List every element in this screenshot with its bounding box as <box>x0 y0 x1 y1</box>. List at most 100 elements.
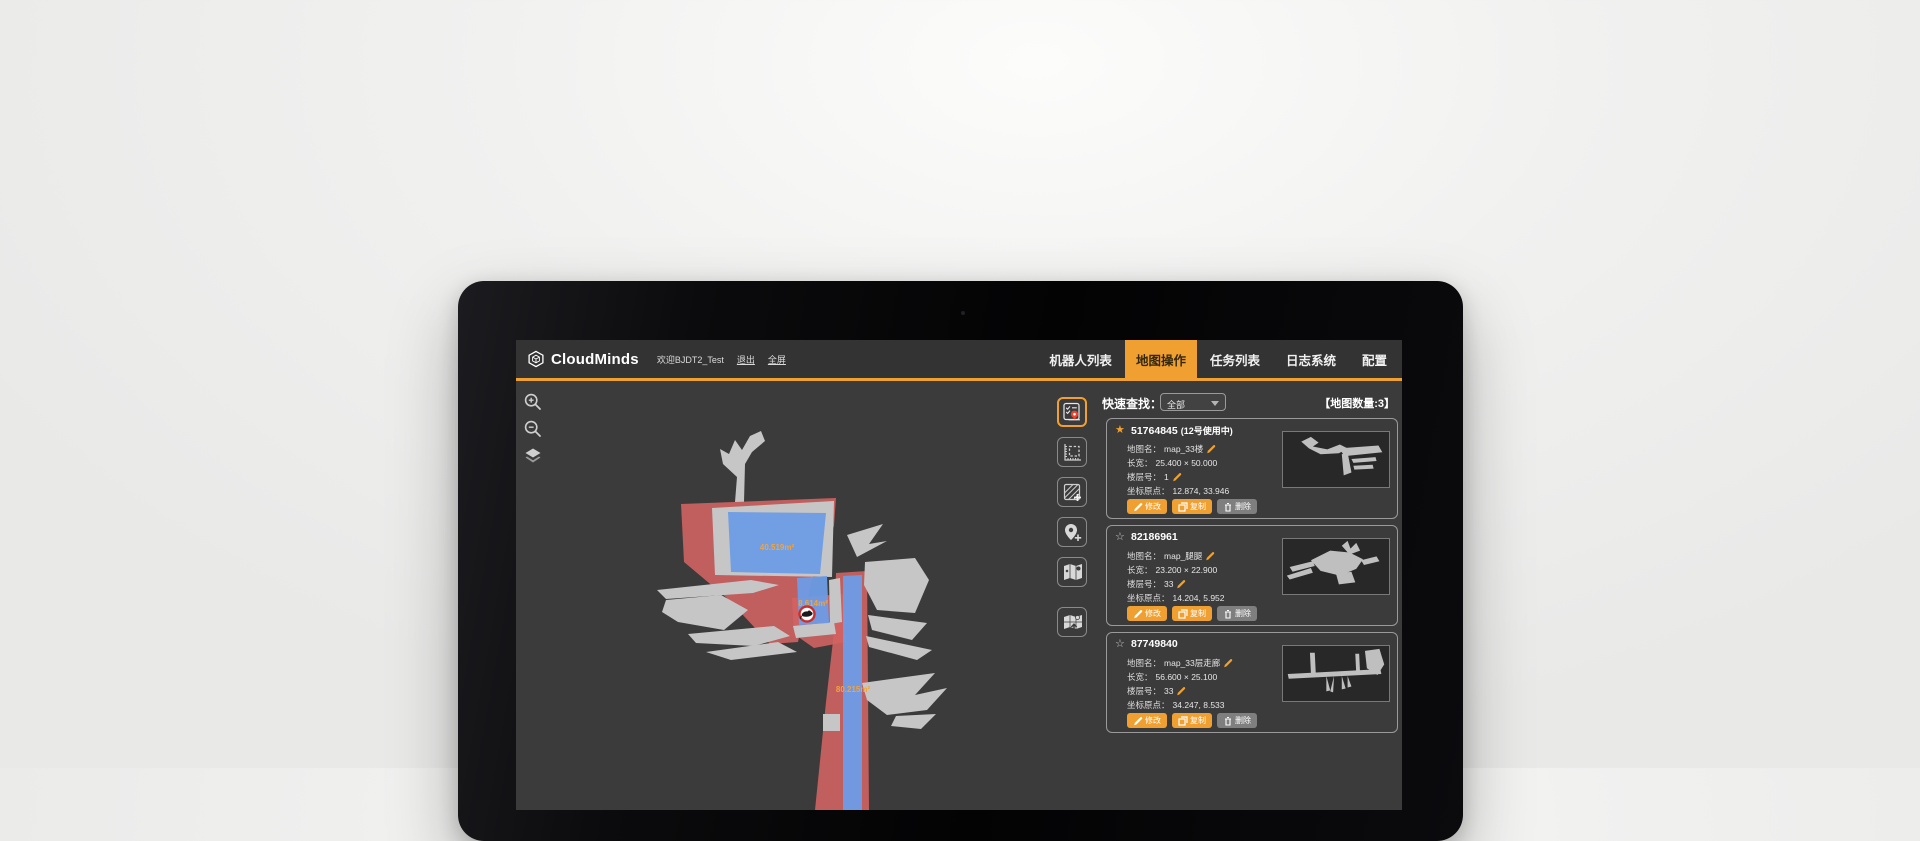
lidar-point-cloud <box>720 431 765 502</box>
brand-name: CloudMinds <box>551 351 639 368</box>
copy-icon <box>1178 502 1188 512</box>
field-origin: 坐标原点：12.874, 33.946 <box>1127 485 1229 497</box>
edit-pencil-icon[interactable] <box>1206 444 1216 454</box>
zoom-out-icon[interactable] <box>523 419 543 439</box>
copy-map-button[interactable]: 复制 <box>1172 499 1212 514</box>
favorite-star-icon[interactable]: ☆ <box>1115 530 1125 543</box>
map-count-badge: 【地图数量:3】 <box>1319 395 1395 411</box>
favorite-star-icon[interactable]: ★ <box>1115 423 1125 436</box>
quick-search-label: 快速查找： <box>1102 395 1162 412</box>
copy-icon <box>1178 609 1188 619</box>
zoom-in-icon[interactable] <box>523 392 543 412</box>
robot-marker-icon[interactable] <box>800 607 815 622</box>
edit-map-button[interactable]: 修改 <box>1127 606 1167 621</box>
laptop-frame: CloudMinds 欢迎BJDT2_Test 退出 全屏 机器人列表 地图操作… <box>458 281 1463 841</box>
card-buttons: 修改 复制 删除 <box>1127 606 1257 621</box>
tool-add-point[interactable] <box>1057 517 1087 547</box>
field-label: 地图名： <box>1127 657 1161 669</box>
field-label: 坐标原点： <box>1127 485 1170 497</box>
nav-log-system[interactable]: 日志系统 <box>1273 340 1349 381</box>
map-filter-value: 全部 <box>1167 398 1185 411</box>
field-label: 坐标原点： <box>1127 699 1170 711</box>
card-buttons: 修改 复制 删除 <box>1127 713 1257 728</box>
field-label: 楼层号： <box>1127 578 1161 590</box>
field-size: 长宽：56.600 × 25.100 <box>1127 671 1217 683</box>
copy-map-button[interactable]: 复制 <box>1172 713 1212 728</box>
nav-map-operations[interactable]: 地图操作 <box>1125 340 1197 381</box>
delete-map-button[interactable]: 删除 <box>1217 499 1257 514</box>
quick-search-row: 快速查找： 全部 【地图数量:3】 <box>1102 393 1400 413</box>
field-value: 33 <box>1164 579 1173 589</box>
field-floor: 楼层号：33 <box>1127 578 1186 590</box>
delete-label: 删除 <box>1235 608 1251 619</box>
field-origin: 坐标原点：14.204, 5.952 <box>1127 592 1225 604</box>
map-thumbnail <box>1282 431 1390 488</box>
edit-pencil-icon[interactable] <box>1176 686 1186 696</box>
chevron-down-icon <box>1211 401 1219 406</box>
field-value: map_33楼 <box>1164 443 1203 455</box>
fullscreen-link[interactable]: 全屏 <box>768 353 786 366</box>
delete-map-button[interactable]: 删除 <box>1217 606 1257 621</box>
field-value: 34.247, 8.533 <box>1173 700 1225 710</box>
logout-link[interactable]: 退出 <box>737 353 755 366</box>
copy-label: 复制 <box>1190 501 1206 512</box>
map-id: 87749840 <box>1131 638 1178 650</box>
field-map-name: 地图名：map_33层走廊 <box>1127 657 1233 669</box>
nav-robot-list[interactable]: 机器人列表 <box>1036 340 1125 381</box>
field-value: 56.600 × 25.100 <box>1156 672 1218 682</box>
edit-map-button[interactable]: 修改 <box>1127 499 1167 514</box>
tool-map-marker[interactable] <box>1057 557 1087 587</box>
trash-icon <box>1223 609 1233 619</box>
tool-add-forbidden-zone[interactable] <box>1057 477 1087 507</box>
map-list-panel: 快速查找： 全部 【地图数量:3】 ★ 51764845(12号使用中) 地图名… <box>1102 384 1400 810</box>
field-label: 地图名： <box>1127 443 1161 455</box>
field-value: 14.204, 5.952 <box>1173 593 1225 603</box>
map-card[interactable]: ☆ 82186961 地图名：map_腿腿 长宽：23.200 × 22.900… <box>1106 525 1398 626</box>
field-floor: 楼层号：33 <box>1127 685 1186 697</box>
tool-measure-area[interactable] <box>1057 437 1087 467</box>
field-value: map_33层走廊 <box>1164 657 1220 669</box>
field-size: 长宽：23.200 × 22.900 <box>1127 564 1217 576</box>
tool-task-point-checklist[interactable] <box>1057 397 1087 427</box>
edit-map-button[interactable]: 修改 <box>1127 713 1167 728</box>
field-label: 楼层号： <box>1127 471 1161 483</box>
copy-label: 复制 <box>1190 715 1206 726</box>
map-card[interactable]: ☆ 87749840 地图名：map_33层走廊 长宽：56.600 × 25.… <box>1106 632 1398 733</box>
delete-label: 删除 <box>1235 715 1251 726</box>
field-value: 12.874, 33.946 <box>1173 486 1230 496</box>
map-card[interactable]: ★ 51764845(12号使用中) 地图名：map_33楼 长宽：25.400… <box>1106 418 1398 519</box>
top-nav-bar: CloudMinds 欢迎BJDT2_Test 退出 全屏 机器人列表 地图操作… <box>516 340 1402 381</box>
edit-label: 修改 <box>1145 501 1161 512</box>
tool-upload-map[interactable] <box>1057 607 1087 637</box>
field-value: 23.200 × 22.900 <box>1156 565 1218 575</box>
edit-pencil-icon[interactable] <box>1223 658 1233 668</box>
copy-icon <box>1178 716 1188 726</box>
field-value: map_腿腿 <box>1164 550 1202 562</box>
edit-pencil-icon[interactable] <box>1172 472 1182 482</box>
map-in-use-note: (12号使用中) <box>1181 426 1233 436</box>
map-card-title: 51764845(12号使用中) <box>1131 424 1233 437</box>
field-label: 坐标原点： <box>1127 592 1170 604</box>
copy-map-button[interactable]: 复制 <box>1172 606 1212 621</box>
map-controls <box>523 392 543 466</box>
field-value: 25.400 × 50.000 <box>1156 458 1218 468</box>
edit-pencil-icon <box>1133 609 1143 619</box>
field-label: 长宽： <box>1127 457 1153 469</box>
field-label: 长宽： <box>1127 564 1153 576</box>
layers-icon[interactable] <box>523 446 543 466</box>
welcome-text: 欢迎BJDT2_Test <box>657 353 724 366</box>
edit-pencil-icon[interactable] <box>1176 579 1186 589</box>
map-filter-select[interactable]: 全部 <box>1160 393 1226 411</box>
edit-pencil-icon[interactable] <box>1205 551 1215 561</box>
field-map-name: 地图名：map_腿腿 <box>1127 550 1215 562</box>
trash-icon <box>1223 716 1233 726</box>
map-canvas[interactable]: 40.519m² 8.614m² 80.215m² <box>516 384 1061 810</box>
nav-task-list[interactable]: 任务列表 <box>1197 340 1273 381</box>
map-thumbnail <box>1282 645 1390 702</box>
field-value: 1 <box>1164 472 1169 482</box>
nav-config[interactable]: 配置 <box>1349 340 1400 381</box>
favorite-star-icon[interactable]: ☆ <box>1115 637 1125 650</box>
map-card-title: 82186961 <box>1131 531 1178 543</box>
field-floor: 楼层号：1 <box>1127 471 1182 483</box>
delete-map-button[interactable]: 删除 <box>1217 713 1257 728</box>
